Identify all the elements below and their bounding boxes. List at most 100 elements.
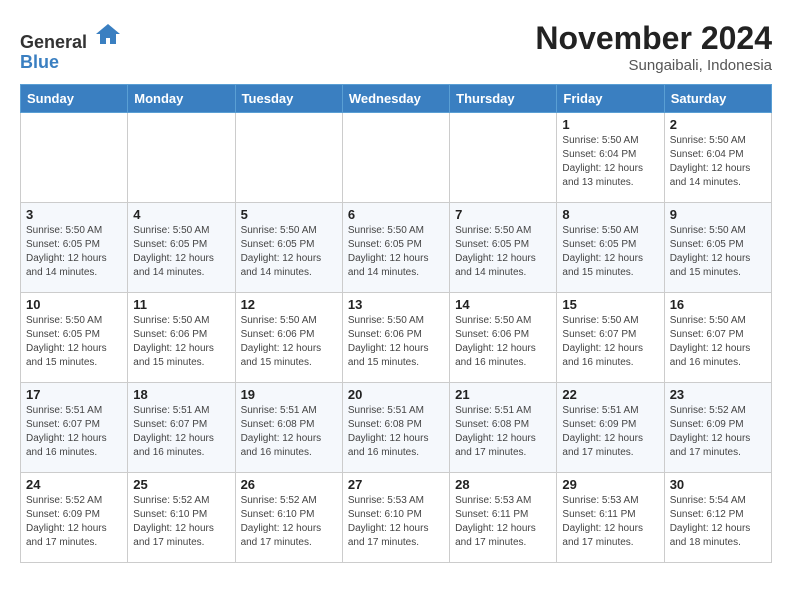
day-number: 15	[562, 297, 658, 312]
day-number: 21	[455, 387, 551, 402]
day-number: 23	[670, 387, 766, 402]
day-number: 8	[562, 207, 658, 222]
calendar-cell	[21, 113, 128, 203]
day-info: Sunrise: 5:51 AM Sunset: 6:07 PM Dayligh…	[26, 404, 122, 460]
day-number: 5	[241, 207, 337, 222]
day-number: 12	[241, 297, 337, 312]
calendar-table: SundayMondayTuesdayWednesdayThursdayFrid…	[20, 84, 772, 563]
col-header-sunday: Sunday	[21, 85, 128, 113]
day-info: Sunrise: 5:50 AM Sunset: 6:06 PM Dayligh…	[348, 314, 444, 370]
day-number: 24	[26, 477, 122, 492]
day-info: Sunrise: 5:51 AM Sunset: 6:08 PM Dayligh…	[241, 404, 337, 460]
day-info: Sunrise: 5:51 AM Sunset: 6:09 PM Dayligh…	[562, 404, 658, 460]
calendar-cell: 6Sunrise: 5:50 AM Sunset: 6:05 PM Daylig…	[342, 203, 449, 293]
calendar-cell: 29Sunrise: 5:53 AM Sunset: 6:11 PM Dayli…	[557, 473, 664, 563]
logo-icon	[94, 20, 122, 48]
day-info: Sunrise: 5:50 AM Sunset: 6:05 PM Dayligh…	[241, 224, 337, 280]
calendar-cell: 10Sunrise: 5:50 AM Sunset: 6:05 PM Dayli…	[21, 293, 128, 383]
calendar-cell: 3 Sunrise: 5:50 AM Sunset: 6:05 PM Daylig…	[21, 203, 128, 293]
day-number: 13	[348, 297, 444, 312]
day-info: Sunrise: 5:50 AM Sunset: 6:06 PM Dayligh…	[241, 314, 337, 370]
calendar-cell: 12 Sunrise: 5:50 AM Sunset: 6:06 PM Dayli…	[235, 293, 342, 383]
day-number: 1	[562, 117, 658, 132]
calendar-cell: 25Sunrise: 5:52 AM Sunset: 6:10 PM Dayli…	[128, 473, 235, 563]
col-header-monday: Monday	[128, 85, 235, 113]
day-number: 30	[670, 477, 766, 492]
calendar-cell: 18Sunrise: 5:51 AM Sunset: 6:07 PM Dayli…	[128, 383, 235, 473]
calendar-week-row: 3 Sunrise: 5:50 AM Sunset: 6:05 PM Daylig…	[21, 203, 772, 293]
day-info: Sunrise: 5:53 AM Sunset: 6:11 PM Dayligh…	[562, 494, 658, 550]
col-header-thursday: Thursday	[450, 85, 557, 113]
day-info: Sunrise: 5:53 AM Sunset: 6:10 PM Dayligh…	[348, 494, 444, 550]
day-info: Sunrise: 5:53 AM Sunset: 6:11 PM Dayligh…	[455, 494, 551, 550]
location-subtitle: Sungaibali, Indonesia	[535, 57, 772, 74]
day-number: 2	[670, 117, 766, 132]
month-year-title: November 2024	[535, 20, 772, 57]
calendar-cell: 16 Sunrise: 5:50 AM Sunset: 6:07 PM Dayli…	[664, 293, 771, 383]
calendar-cell: 30Sunrise: 5:54 AM Sunset: 6:12 PM Dayli…	[664, 473, 771, 563]
day-number: 16	[670, 297, 766, 312]
day-info: Sunrise: 5:50 AM Sunset: 6:07 PM Dayligh…	[562, 314, 658, 370]
calendar-cell: 26Sunrise: 5:52 AM Sunset: 6:10 PM Dayli…	[235, 473, 342, 563]
calendar-cell	[128, 113, 235, 203]
day-number: 20	[348, 387, 444, 402]
calendar-cell: 17Sunrise: 5:51 AM Sunset: 6:07 PM Dayli…	[21, 383, 128, 473]
day-number: 14	[455, 297, 551, 312]
day-info: Sunrise: 5:50 AM Sunset: 6:05 PM Dayligh…	[562, 224, 658, 280]
col-header-tuesday: Tuesday	[235, 85, 342, 113]
calendar-cell: 28Sunrise: 5:53 AM Sunset: 6:11 PM Dayli…	[450, 473, 557, 563]
calendar-cell: 27 Sunrise: 5:53 AM Sunset: 6:10 PM Dayli…	[342, 473, 449, 563]
col-header-friday: Friday	[557, 85, 664, 113]
calendar-cell: 13 Sunrise: 5:50 AM Sunset: 6:06 PM Dayli…	[342, 293, 449, 383]
day-info: Sunrise: 5:52 AM Sunset: 6:09 PM Dayligh…	[670, 404, 766, 460]
page-header: General Blue November 2024 Sungaibali, I…	[20, 20, 772, 74]
calendar-cell: 8 Sunrise: 5:50 AM Sunset: 6:05 PM Daylig…	[557, 203, 664, 293]
logo-blue-text: Blue	[20, 52, 59, 72]
calendar-cell: 24Sunrise: 5:52 AM Sunset: 6:09 PM Dayli…	[21, 473, 128, 563]
calendar-cell: 14 Sunrise: 5:50 AM Sunset: 6:06 PM Dayli…	[450, 293, 557, 383]
day-info: Sunrise: 5:51 AM Sunset: 6:08 PM Dayligh…	[455, 404, 551, 460]
day-info: Sunrise: 5:50 AM Sunset: 6:05 PM Dayligh…	[670, 224, 766, 280]
day-number: 11	[133, 297, 229, 312]
day-info: Sunrise: 5:50 AM Sunset: 6:05 PM Dayligh…	[133, 224, 229, 280]
calendar-cell: 23 Sunrise: 5:52 AM Sunset: 6:09 PM Dayli…	[664, 383, 771, 473]
calendar-cell	[235, 113, 342, 203]
day-info: Sunrise: 5:50 AM Sunset: 6:06 PM Dayligh…	[133, 314, 229, 370]
calendar-cell: 19 Sunrise: 5:51 AM Sunset: 6:08 PM Dayli…	[235, 383, 342, 473]
calendar-cell: 15 Sunrise: 5:50 AM Sunset: 6:07 PM Dayli…	[557, 293, 664, 383]
title-block: November 2024 Sungaibali, Indonesia	[535, 20, 772, 74]
logo: General Blue	[20, 20, 122, 73]
day-number: 9	[670, 207, 766, 222]
col-header-saturday: Saturday	[664, 85, 771, 113]
day-info: Sunrise: 5:50 AM Sunset: 6:05 PM Dayligh…	[455, 224, 551, 280]
day-info: Sunrise: 5:50 AM Sunset: 6:07 PM Dayligh…	[670, 314, 766, 370]
calendar-cell: 20 Sunrise: 5:51 AM Sunset: 6:08 PM Dayli…	[342, 383, 449, 473]
logo-general-text: General	[20, 32, 87, 52]
day-number: 27	[348, 477, 444, 492]
col-header-wednesday: Wednesday	[342, 85, 449, 113]
calendar-cell: 9 Sunrise: 5:50 AM Sunset: 6:05 PM Daylig…	[664, 203, 771, 293]
day-number: 18	[133, 387, 229, 402]
day-number: 7	[455, 207, 551, 222]
day-info: Sunrise: 5:50 AM Sunset: 6:05 PM Dayligh…	[348, 224, 444, 280]
day-number: 25	[133, 477, 229, 492]
day-info: Sunrise: 5:50 AM Sunset: 6:06 PM Dayligh…	[455, 314, 551, 370]
calendar-week-row: 10Sunrise: 5:50 AM Sunset: 6:05 PM Dayli…	[21, 293, 772, 383]
day-info: Sunrise: 5:50 AM Sunset: 6:04 PM Dayligh…	[562, 134, 658, 190]
day-number: 19	[241, 387, 337, 402]
calendar-cell: 1 Sunrise: 5:50 AM Sunset: 6:04 PM Daylig…	[557, 113, 664, 203]
calendar-cell: 22Sunrise: 5:51 AM Sunset: 6:09 PM Dayli…	[557, 383, 664, 473]
calendar-week-row: 1 Sunrise: 5:50 AM Sunset: 6:04 PM Daylig…	[21, 113, 772, 203]
calendar-cell: 5 Sunrise: 5:50 AM Sunset: 6:05 PM Daylig…	[235, 203, 342, 293]
calendar-cell: 21 Sunrise: 5:51 AM Sunset: 6:08 PM Dayli…	[450, 383, 557, 473]
calendar-cell	[450, 113, 557, 203]
calendar-week-row: 24Sunrise: 5:52 AM Sunset: 6:09 PM Dayli…	[21, 473, 772, 563]
calendar-cell: 7 Sunrise: 5:50 AM Sunset: 6:05 PM Daylig…	[450, 203, 557, 293]
day-info: Sunrise: 5:51 AM Sunset: 6:08 PM Dayligh…	[348, 404, 444, 460]
day-number: 4	[133, 207, 229, 222]
day-info: Sunrise: 5:50 AM Sunset: 6:05 PM Dayligh…	[26, 314, 122, 370]
day-info: Sunrise: 5:50 AM Sunset: 6:04 PM Dayligh…	[670, 134, 766, 190]
calendar-header-row: SundayMondayTuesdayWednesdayThursdayFrid…	[21, 85, 772, 113]
day-number: 3	[26, 207, 122, 222]
day-info: Sunrise: 5:50 AM Sunset: 6:05 PM Dayligh…	[26, 224, 122, 280]
